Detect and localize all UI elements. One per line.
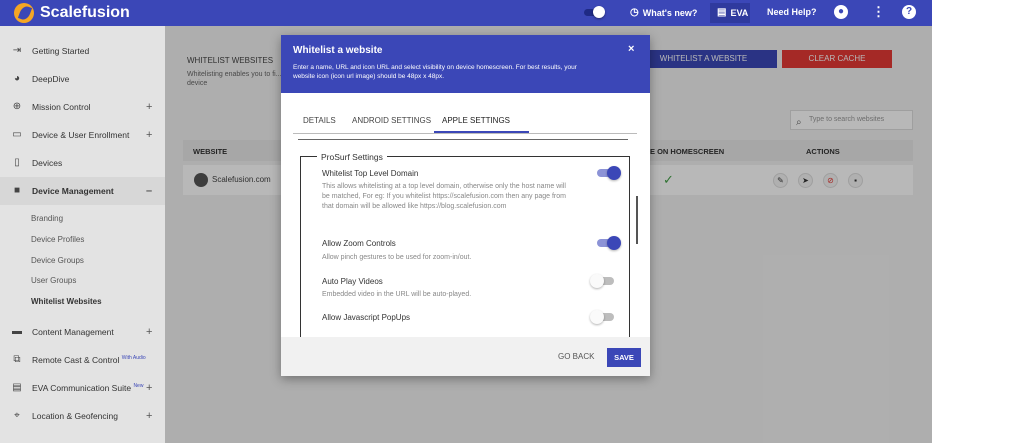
sidebar-item-deepdive[interactable]: ◕ DeepDive <box>0 65 165 93</box>
briefcase-icon: ■ <box>13 185 21 196</box>
sidebar-subitem-device-groups[interactable]: Device Groups <box>31 256 84 265</box>
sidebar: ⇥ Getting Started ◕ DeepDive ⊕ Mission C… <box>0 26 165 443</box>
with-audio-badge: With Audio <box>121 355 146 362</box>
sidebar-item-device-management[interactable]: ■ Device Management – <box>0 177 165 205</box>
app-window: Scalefusion ◷ What's new? ▤ EVA Need Hel… <box>0 0 932 443</box>
divider <box>298 139 628 140</box>
sidebar-label: EVA Communication Suite New <box>32 383 143 393</box>
top-bar: Scalefusion ◷ What's new? ▤ EVA Need Hel… <box>0 0 932 26</box>
location-icon: ⌖ <box>14 410 20 421</box>
close-icon[interactable]: × <box>628 43 634 55</box>
whitelist-modal: Whitelist a website Enter a name, URL an… <box>281 35 650 376</box>
setting-title: Whitelist Top Level Domain <box>322 169 419 178</box>
need-help-link[interactable]: Need Help? <box>767 7 817 17</box>
sidebar-subitem-whitelist-websites[interactable]: Whitelist Websites <box>31 297 102 306</box>
active-tab-indicator <box>434 131 529 133</box>
expand-icon[interactable]: + <box>146 101 152 113</box>
sidebar-label: Devices <box>32 158 63 168</box>
expand-icon[interactable]: + <box>146 326 152 338</box>
chat-icon: ▤ <box>12 382 22 393</box>
dashboard-icon: ◕ <box>13 73 21 84</box>
sidebar-label: DeepDive <box>32 74 70 84</box>
more-menu-icon[interactable]: ⋮ <box>872 4 885 20</box>
sidebar-item-devices[interactable]: ▯ Devices <box>0 149 165 177</box>
theme-toggle[interactable] <box>582 6 606 18</box>
need-help-label: Need Help? <box>767 7 817 17</box>
modal-description: Enter a name, URL and icon URL and selec… <box>293 64 577 80</box>
eva-button[interactable]: ▤ EVA <box>717 7 748 18</box>
globe-icon: ⊕ <box>12 101 22 112</box>
sidebar-label: Getting Started <box>32 46 90 56</box>
sidebar-label-text: Remote Cast & Control <box>32 355 120 365</box>
sidebar-label-text: EVA Communication Suite <box>32 383 132 393</box>
setting-title: Auto Play Videos <box>322 277 383 286</box>
expand-icon[interactable]: + <box>146 129 152 141</box>
save-button[interactable]: SAVE <box>607 348 641 367</box>
new-badge: New <box>133 383 144 390</box>
sidebar-label: Content Management <box>32 327 114 337</box>
sidebar-item-location[interactable]: ⌖ Location & Geofencing + <box>0 402 165 430</box>
top-level-domain-toggle[interactable] <box>595 166 621 180</box>
expand-icon[interactable]: + <box>146 410 152 422</box>
phone-icon: ▯ <box>14 157 20 168</box>
setting-description: Allow pinch gestures to be used for zoom… <box>322 254 472 261</box>
whats-new-link[interactable]: ◷ What's new? <box>630 7 697 18</box>
sidebar-subitem-user-groups[interactable]: User Groups <box>31 276 76 285</box>
modal-title: Whitelist a website <box>293 45 383 56</box>
modal-tabs: DETAILS ANDROID SETTINGS APPLE SETTINGS <box>293 108 637 134</box>
sidebar-item-content-management[interactable]: ▬ Content Management + <box>0 318 165 346</box>
account-icon[interactable]: ● <box>834 5 848 19</box>
sidebar-subitem-device-profiles[interactable]: Device Profiles <box>31 235 84 244</box>
sidebar-subitem-branding[interactable]: Branding <box>31 214 63 223</box>
modal-header: Whitelist a website Enter a name, URL an… <box>281 35 650 93</box>
help-icon[interactable]: ? <box>902 5 916 19</box>
sidebar-label: Remote Cast & Control With Audio <box>32 355 146 365</box>
devices-icon: ▭ <box>12 129 22 140</box>
tab-apple-settings[interactable]: APPLE SETTINGS <box>442 116 510 125</box>
auto-play-videos-toggle[interactable] <box>590 274 616 288</box>
login-icon: ⇥ <box>12 45 22 56</box>
setting-description: Embedded video in the URL will be auto-p… <box>322 291 472 298</box>
go-back-button[interactable]: GO BACK <box>558 352 594 361</box>
sidebar-label: Mission Control <box>32 102 91 112</box>
sidebar-item-enrollment[interactable]: ▭ Device & User Enrollment + <box>0 121 165 149</box>
brand-logo[interactable]: Scalefusion <box>14 3 130 23</box>
whats-new-label: What's new? <box>642 7 698 18</box>
sidebar-item-remote-cast[interactable]: ⧉ Remote Cast & Control With Audio <box>0 346 165 374</box>
clock-icon: ◷ <box>630 7 639 18</box>
section-title: ProSurf Settings <box>317 152 387 162</box>
tab-android-settings[interactable]: ANDROID SETTINGS <box>352 116 431 125</box>
chat-icon: ▤ <box>717 7 727 18</box>
collapse-icon[interactable]: – <box>146 185 152 197</box>
scrollbar[interactable] <box>636 196 638 244</box>
scalefusion-logo-icon <box>14 3 34 23</box>
cast-icon: ⧉ <box>13 354 21 365</box>
sidebar-label: Device Management <box>32 186 114 196</box>
setting-title: Allow Zoom Controls <box>322 239 396 248</box>
folder-icon: ▬ <box>12 326 22 337</box>
zoom-controls-toggle[interactable] <box>595 236 621 250</box>
tab-details[interactable]: DETAILS <box>303 116 336 125</box>
sidebar-label: Location & Geofencing <box>32 411 119 421</box>
setting-title: Allow Javascript PopUps <box>322 313 411 322</box>
sidebar-item-mission-control[interactable]: ⊕ Mission Control + <box>0 93 165 121</box>
sidebar-label: Device & User Enrollment <box>32 130 130 140</box>
modal-footer: GO BACK SAVE <box>281 337 650 376</box>
brand-name: Scalefusion <box>40 4 130 21</box>
eva-label: EVA <box>730 7 749 18</box>
javascript-popups-toggle[interactable] <box>590 310 616 324</box>
setting-description: This allows whitelisting at a top level … <box>322 183 566 210</box>
expand-icon[interactable]: + <box>146 382 152 394</box>
sidebar-item-eva-suite[interactable]: ▤ EVA Communication Suite New + <box>0 374 165 402</box>
sidebar-item-getting-started[interactable]: ⇥ Getting Started <box>0 37 165 65</box>
